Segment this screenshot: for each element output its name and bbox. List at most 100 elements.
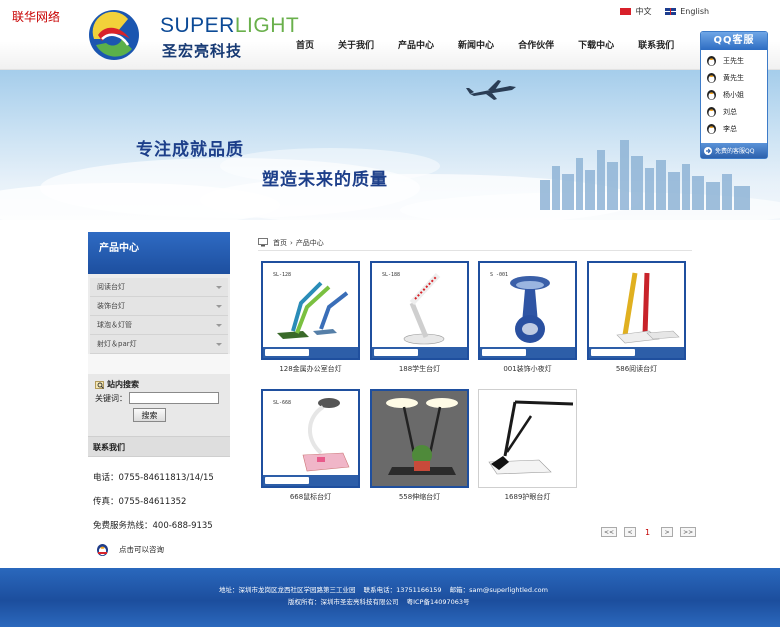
product-image[interactable]: SL-188 [370,261,469,360]
watermark-text: 联华网络 [12,10,61,24]
category-list: 阅读台灯 装饰台灯 球泡＆灯管 射灯＆par灯 [88,278,230,354]
nav-downloads[interactable]: 下载中心 [578,38,614,52]
contact-info: 电话：0755-84611813/14/15 传真：0755-84611352 … [88,457,230,586]
product-name[interactable]: 668鼠标台灯 [261,492,360,502]
qq-agent-item[interactable]: 黄先生 [701,69,767,86]
product-card[interactable]: S -001 001装饰小夜灯 [478,261,577,374]
site-header: 联华网络 SUPERLIGHT 圣宏亮科技 中文 English 首页 关于我们… [0,0,780,70]
category-label: 阅读台灯 [97,283,125,291]
product-card[interactable]: SL-128 128金属办公室台灯 [261,261,360,374]
qq-penguin-icon [707,56,716,66]
search-title: 站内搜索 [95,379,230,390]
footer-line-1: 地址：深圳市龙岗区龙西社区学园路第三工业园 联系电话：13751166159 邮… [219,584,554,594]
product-name[interactable]: 128金属办公室台灯 [261,364,360,374]
qq-agent-name: 刘总 [723,107,737,116]
site-footer: 地址：深圳市龙岗区龙西社区学园路第三工业园 联系电话：13751166159 邮… [0,568,780,627]
pager-current-page[interactable]: 1 [645,528,650,537]
sidebar: 产品中心 阅读台灯 装饰台灯 球泡＆灯管 射灯＆par灯 站内搜索 关键词： 搜… [88,232,230,586]
category-item[interactable]: 球泡＆灯管 [90,316,228,335]
breadcrumb-separator: › [290,238,293,247]
nav-partners[interactable]: 合作伙伴 [518,38,554,52]
lang-chinese-link[interactable]: 中文 [636,6,652,17]
search-row: 关键词： [95,392,230,404]
telescopic-lamp-icon [372,391,467,486]
desk-lamp-icon [277,281,349,339]
breadcrumb: 首页 › 产品中心 [258,235,692,251]
product-name[interactable]: 1689护眼台灯 [478,492,577,502]
category-item[interactable]: 阅读台灯 [90,278,228,297]
pager-next[interactable]: > [661,527,674,537]
contact-hotline: 免费服务热线：400-688-9135 [93,521,213,531]
product-image[interactable]: SL-668 [261,389,360,488]
nav-contact[interactable]: 联系我们 [638,38,674,52]
product-card[interactable]: SL-668 668鼠标台灯 [261,389,360,502]
footer-email[interactable]: 邮箱：sam@superlightled.com [450,586,548,594]
product-card[interactable]: 586阅读台灯 [587,261,686,374]
product-name[interactable]: 001装饰小夜灯 [478,364,577,374]
pager-last[interactable]: >> [680,527,697,537]
product-image[interactable] [587,261,686,360]
qq-agent-item[interactable]: 李总 [701,120,767,137]
triangle-down-icon [216,304,222,308]
logo-icon[interactable] [88,9,140,61]
consult-link[interactable]: 点击可以咨询 [93,543,230,556]
logo-word-light: LIGHT [234,14,300,37]
category-item[interactable]: 装饰台灯 [90,297,228,316]
logo-chinese-name: 圣宏亮科技 [162,42,243,60]
language-switcher: 中文 English [620,6,709,17]
pagination: << < 1 > >> [601,527,703,537]
product-image[interactable]: S -001 [478,261,577,360]
search-button[interactable]: 搜索 [133,408,166,422]
qq-agent-item[interactable]: 王先生 [701,52,767,69]
triangle-down-icon [216,342,222,346]
nav-products[interactable]: 产品中心 [398,38,434,52]
desk-lamp-icon [403,272,445,345]
qq-agent-name: 王先生 [723,56,744,65]
brand-strip [480,347,575,358]
qq-panel-footer[interactable]: 免费的客服QQ [701,143,767,158]
category-label: 射灯＆par灯 [97,340,137,348]
lang-english-link[interactable]: English [680,7,709,16]
product-name[interactable]: 586阅读台灯 [587,364,686,374]
nav-about[interactable]: 关于我们 [338,38,374,52]
qq-agent-item[interactable]: 杨小姐 [701,86,767,103]
pager-prev[interactable]: < [624,527,636,537]
brand-strip [589,347,684,358]
pager-first[interactable]: << [601,527,617,537]
nav-home[interactable]: 首页 [296,38,314,52]
category-label: 装饰台灯 [97,302,125,310]
breadcrumb-home[interactable]: 首页 [273,238,287,248]
product-card[interactable]: SL-188 188学生台灯 [370,261,469,374]
keyword-label: 关键词： [95,393,127,403]
qq-penguin-icon [707,124,716,134]
triangle-down-icon [216,323,222,327]
banner-scenery [0,80,780,220]
contact-phone: 电话：0755-84611813/14/15 [93,473,214,483]
product-name[interactable]: 188学生台灯 [370,364,469,374]
product-name[interactable]: 558伸缩台灯 [370,492,469,502]
product-image[interactable] [370,389,469,488]
qq-agent-list: 王先生 黄先生 杨小姐 刘总 李总 [701,50,767,137]
qq-penguin-icon [97,544,108,556]
logo-wordmark: SUPERLIGHT [160,14,299,38]
brand-strip [263,347,358,358]
keyword-input[interactable] [129,392,219,404]
product-card[interactable]: 1689护眼台灯 [478,389,577,502]
product-image[interactable] [478,389,577,488]
airplane-icon [466,80,516,100]
triangle-down-icon [216,285,222,289]
product-image[interactable]: SL-128 [261,261,360,360]
footer-line-2: 版权所有：深圳市圣宏亮科技有限公司 粤ICP备14097063号 [288,596,476,606]
category-item[interactable]: 射灯＆par灯 [90,335,228,354]
brand-strip [372,347,467,358]
sidebar-title: 产品中心 [88,232,230,274]
site-search-box: 站内搜索 关键词： 搜索 [88,374,230,436]
footer-phone: 联系电话：13751166159 [363,586,442,594]
contact-fax: 传真：0755-84611352 [93,497,187,507]
search-icon [95,380,104,389]
qq-agent-item[interactable]: 刘总 [701,103,767,120]
qq-agent-name: 杨小姐 [723,90,744,99]
footer-icp[interactable]: 粤ICP备14097063号 [407,598,470,606]
product-card[interactable]: 558伸缩台灯 [370,389,469,502]
nav-news[interactable]: 新闻中心 [458,38,494,52]
